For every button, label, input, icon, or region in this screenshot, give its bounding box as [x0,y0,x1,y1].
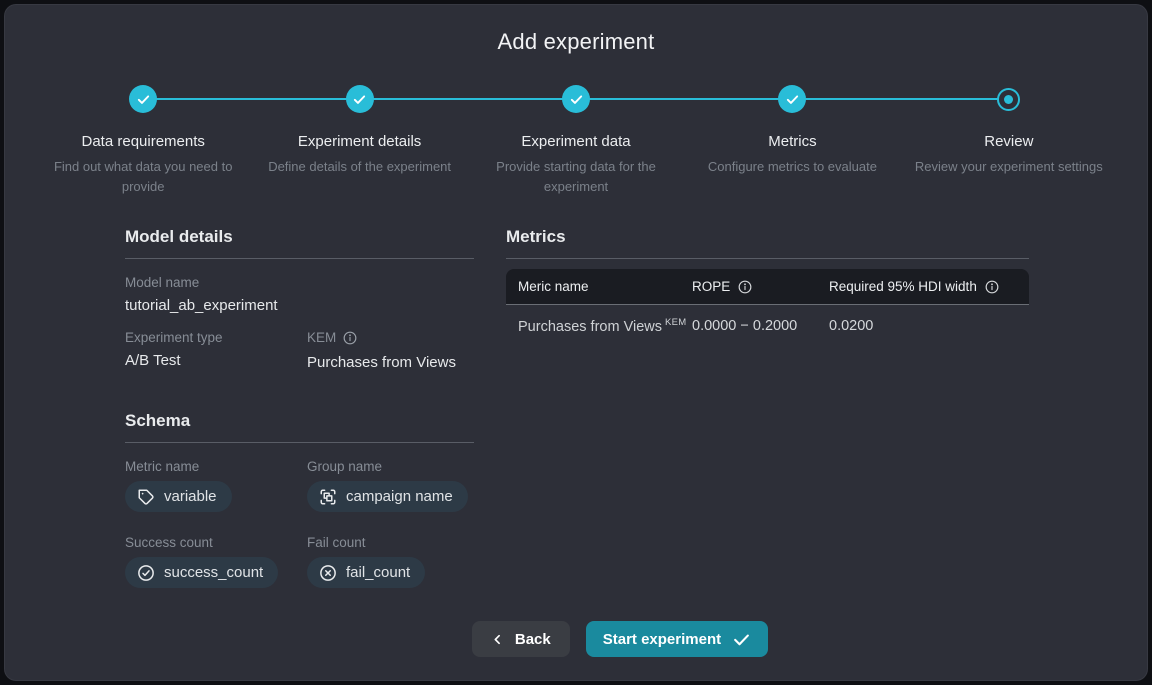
metric-kem-superscript: KEM [665,317,687,328]
model-name-value: tutorial_ab_experiment [125,297,474,314]
step-description: Find out what data you need to provide [43,157,243,197]
metric-name-cell: Purchases from Views [518,319,662,335]
step-completed-check-icon [562,85,590,113]
experiment-type-value: A/B Test [125,352,307,369]
step-completed-check-icon [346,85,374,113]
add-experiment-dialog: Add experiment Data requirements Find ou… [4,4,1148,681]
chip-label: variable [164,488,217,505]
chip-label: success_count [164,564,263,581]
metrics-table-row: Purchases from ViewsKEM 0.0000 − 0.2000 … [506,305,1029,346]
x-circle-icon [319,564,337,582]
rope-cell: 0.0000 − 0.2000 [692,318,829,334]
group-name-label: Group name [307,459,474,474]
left-column: Model details Model name tutorial_ab_exp… [125,227,474,588]
step-completed-check-icon [778,85,806,113]
success-count-chip[interactable]: success_count [125,557,278,588]
check-circle-icon [137,564,155,582]
hdi-width-cell: 0.0200 [829,318,1029,334]
step-experiment-details[interactable]: Experiment details Define details of the… [251,85,467,197]
step-review[interactable]: Review Review your experiment settings [901,85,1117,197]
metrics-table-header: Meric name ROPE Required 95% HDI width [506,269,1029,305]
step-active-indicator-icon [997,88,1020,111]
model-name-label: Model name [125,275,474,290]
step-experiment-data[interactable]: Experiment data Provide starting data fo… [468,85,684,197]
start-experiment-label: Start experiment [603,631,721,648]
step-description: Review your experiment settings [915,157,1103,177]
col-required-hdi-width: Required 95% HDI width [829,279,977,294]
check-icon [732,630,751,649]
experiment-type-label: Experiment type [125,330,307,345]
object-group-icon [319,488,337,506]
back-button[interactable]: Back [472,621,570,657]
fail-count-label: Fail count [307,535,474,550]
step-description: Provide starting data for the experiment [476,157,676,197]
tag-icon [137,488,155,506]
rope-info-icon[interactable] [738,280,752,294]
chip-label: campaign name [346,488,453,505]
metrics-table: Meric name ROPE Required 95% HDI width [506,269,1029,346]
metric-name-chip[interactable]: variable [125,481,232,512]
step-label: Experiment data [521,133,630,150]
fail-count-chip[interactable]: fail_count [307,557,425,588]
schema-heading: Schema [125,411,474,443]
model-details-heading: Model details [125,227,474,259]
success-count-label: Success count [125,535,307,550]
wizard-stepper: Data requirements Find out what data you… [35,85,1117,197]
page-title: Add experiment [5,29,1147,55]
step-data-requirements[interactable]: Data requirements Find out what data you… [35,85,251,197]
right-column: Metrics Meric name ROPE Required 95% HDI… [506,227,1029,588]
hdi-width-info-icon[interactable] [985,280,999,294]
step-label: Metrics [768,133,816,150]
col-rope: ROPE [692,279,730,294]
chip-label: fail_count [346,564,410,581]
step-label: Data requirements [82,133,205,150]
wizard-footer: Back Start experiment [49,621,1148,657]
review-content: Model details Model name tutorial_ab_exp… [5,227,1147,588]
step-description: Define details of the experiment [268,157,451,177]
chevron-left-icon [491,633,504,646]
col-metric-name: Meric name [518,279,589,294]
step-completed-check-icon [129,85,157,113]
metric-name-label: Metric name [125,459,307,474]
kem-label: KEM [307,330,336,345]
step-metrics[interactable]: Metrics Configure metrics to evaluate [684,85,900,197]
start-experiment-button[interactable]: Start experiment [586,621,768,657]
kem-value: Purchases from Views [307,354,474,371]
kem-info-icon[interactable] [343,331,357,345]
step-description: Configure metrics to evaluate [708,157,877,177]
step-label: Review [984,133,1033,150]
metrics-heading: Metrics [506,227,1029,259]
back-button-label: Back [515,631,551,648]
step-label: Experiment details [298,133,421,150]
group-name-chip[interactable]: campaign name [307,481,468,512]
